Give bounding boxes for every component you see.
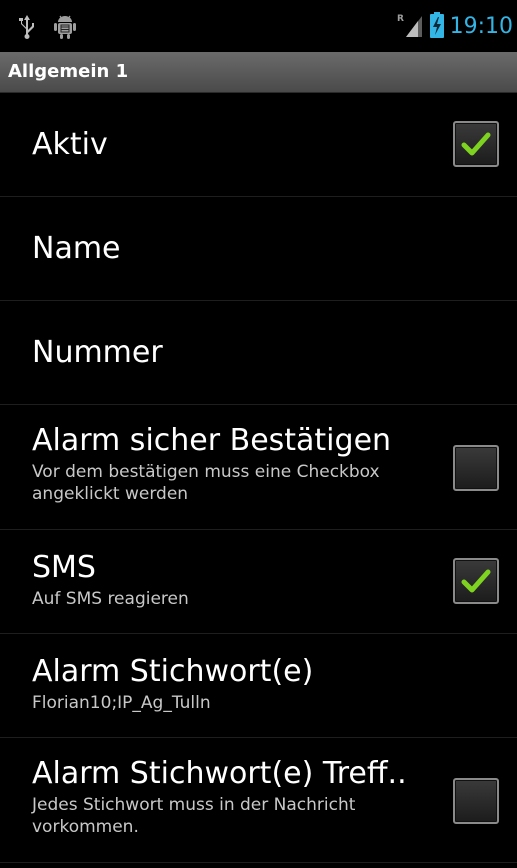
sms-checkbox[interactable] bbox=[453, 558, 499, 604]
preference-alarm-sicher-bestaetigen[interactable]: Alarm sicher Bestätigen Vor dem bestätig… bbox=[0, 405, 517, 530]
preference-title: Alarm Stichwort(e) Treff.. bbox=[32, 756, 407, 791]
preference-texts: Alarm Stichwort(e) Treff.. Jedes Stichwo… bbox=[32, 756, 427, 838]
check-icon bbox=[461, 569, 491, 593]
preference-summary: Auf SMS reagieren bbox=[32, 589, 189, 609]
notification-icons bbox=[18, 14, 76, 44]
status-bar: R 19:10 bbox=[0, 0, 517, 52]
preference-summary: Vor dem bestätigen muss eine Checkbox an… bbox=[32, 462, 380, 504]
preference-texts: Nummer bbox=[32, 335, 427, 371]
title-bar: Allgemein 1 bbox=[0, 52, 517, 93]
battery-charging-icon bbox=[429, 12, 444, 42]
preference-aktiv[interactable]: Aktiv bbox=[0, 93, 517, 197]
alarm-stichworte-treffer-checkbox[interactable] bbox=[453, 778, 499, 824]
preference-title: Name bbox=[32, 231, 121, 266]
preference-sms[interactable]: SMS Auf SMS reagieren bbox=[0, 530, 517, 634]
preference-alarm-stichworte[interactable]: Alarm Stichwort(e) Florian10;IP_Ag_Tulln bbox=[0, 634, 517, 738]
preference-texts: Name bbox=[32, 231, 427, 267]
screen: R 19:10 Allgemein 1 Aktiv Name Nummer Al… bbox=[0, 0, 517, 868]
signal-roaming-icon: R bbox=[396, 12, 424, 42]
aktiv-checkbox[interactable] bbox=[453, 121, 499, 167]
alarm-sicher-bestaetigen-checkbox[interactable] bbox=[453, 445, 499, 491]
preference-texts: Alarm Stichwort(e) Florian10;IP_Ag_Tulln bbox=[32, 654, 427, 714]
preference-texts: SMS Auf SMS reagieren bbox=[32, 550, 427, 610]
android-debug-icon bbox=[54, 14, 76, 44]
svg-text:R: R bbox=[397, 14, 404, 24]
preference-name[interactable]: Name bbox=[0, 197, 517, 301]
preference-list: Aktiv Name Nummer Alarm sicher Bestätige… bbox=[0, 93, 517, 863]
preference-title: Alarm Stichwort(e) bbox=[32, 654, 314, 689]
preference-texts: Alarm sicher Bestätigen Vor dem bestätig… bbox=[32, 423, 427, 505]
preference-title: Nummer bbox=[32, 335, 163, 370]
preference-summary: Jedes Stichwort muss in der Nachricht vo… bbox=[32, 795, 356, 837]
preference-alarm-stichworte-treffer[interactable]: Alarm Stichwort(e) Treff.. Jedes Stichwo… bbox=[0, 738, 517, 863]
preference-title: Aktiv bbox=[32, 127, 108, 162]
check-icon bbox=[461, 132, 491, 156]
preference-texts: Aktiv bbox=[32, 127, 427, 163]
preference-nummer[interactable]: Nummer bbox=[0, 301, 517, 405]
preference-title: Alarm sicher Bestätigen bbox=[32, 423, 392, 458]
usb-icon bbox=[18, 15, 36, 43]
clock: 19:10 bbox=[449, 14, 513, 39]
preference-summary: Florian10;IP_Ag_Tulln bbox=[32, 693, 211, 713]
system-icons: R 19:10 bbox=[396, 12, 513, 42]
page-title: Allgemein 1 bbox=[8, 61, 129, 82]
preference-title: SMS bbox=[32, 550, 96, 585]
